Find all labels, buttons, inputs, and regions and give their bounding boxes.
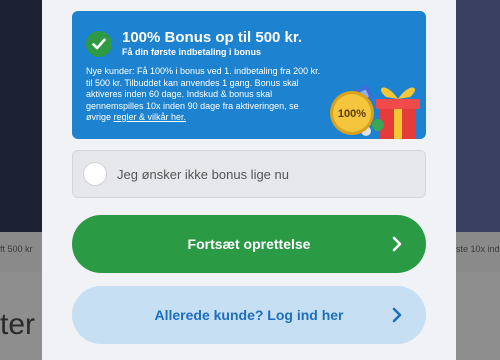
background-heading: ter (0, 308, 36, 341)
login-button[interactable]: Allerede kunde? Log ind her (72, 286, 426, 344)
no-bonus-radio[interactable] (83, 162, 107, 186)
bonus-title: 100% Bonus op til 500 kr. (122, 29, 303, 46)
background-hero-image (0, 0, 42, 232)
background-page-right: ste 10x inden (456, 0, 500, 360)
coin-label: 100% (338, 108, 366, 120)
chevron-right-icon (392, 307, 402, 323)
bonus-terms: Nye kunder: Få 100% i bonus ved 1. indbe… (86, 66, 324, 124)
gift-coin-illustration: 100% (330, 84, 420, 139)
no-bonus-option[interactable]: Jeg ønsker ikke bonus lige nu (72, 150, 426, 198)
no-bonus-label: Jeg ønsker ikke bonus lige nu (117, 167, 289, 182)
signup-modal: 100% Bonus op til 500 kr. Få din første … (42, 0, 456, 360)
checkmark-icon (86, 31, 112, 57)
background-page-left: ft 500 kr ter (0, 0, 42, 360)
background-strip-text: ste 10x inden (456, 244, 500, 254)
continue-signup-button[interactable]: Fortsæt oprettelse (72, 215, 426, 273)
background-hero-image (456, 0, 500, 232)
bonus-offer-card[interactable]: 100% Bonus op til 500 kr. Få din første … (72, 11, 426, 139)
terms-link[interactable]: regler & vilkår her. (114, 112, 187, 122)
background-strip: ste 10x inden (456, 232, 500, 272)
background-strip: ft 500 kr (0, 232, 42, 272)
continue-signup-label: Fortsæt oprettelse (187, 236, 311, 252)
login-label: Allerede kunde? Log ind her (154, 307, 344, 323)
chevron-right-icon (392, 236, 402, 252)
background-strip-text: ft 500 kr (0, 244, 33, 254)
bonus-subtitle: Få din første indbetaling i bonus (122, 47, 261, 57)
